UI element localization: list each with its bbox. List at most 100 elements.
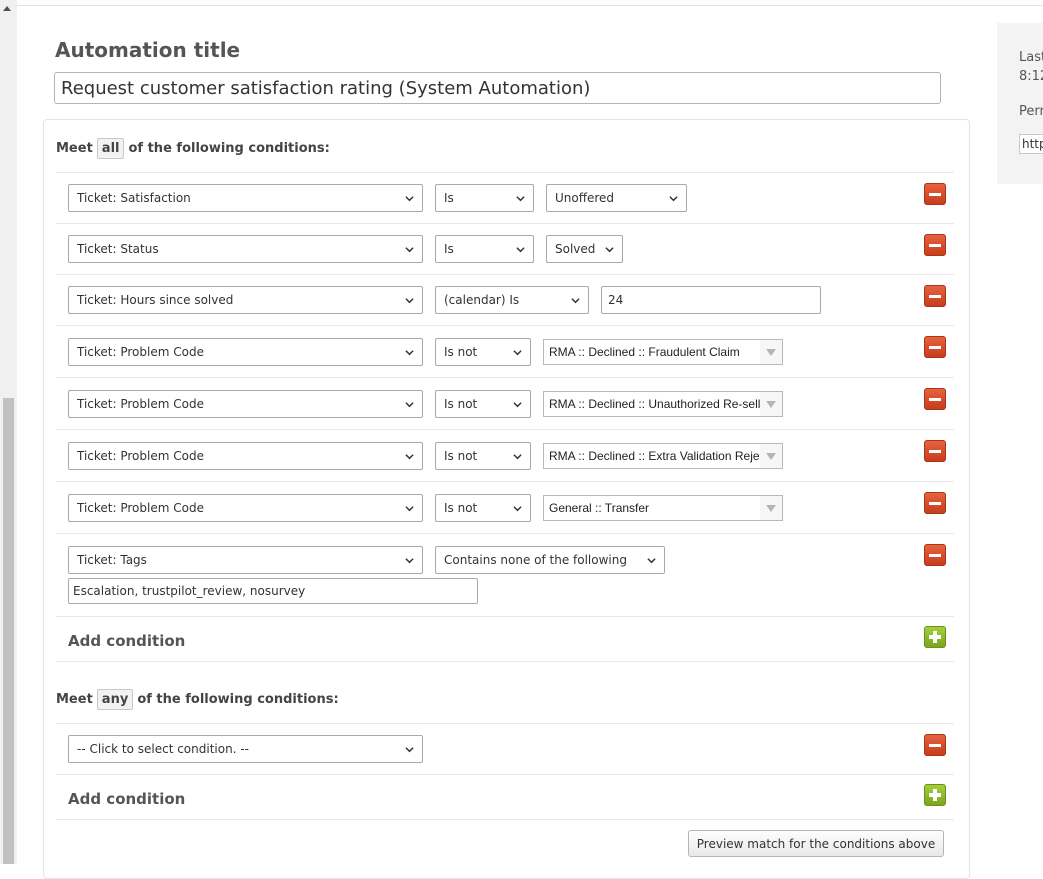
permalink-label: Perr (1019, 104, 1043, 119)
chevron-down-icon (405, 401, 414, 407)
condition-value-combobox[interactable]: RMA :: Declined :: Unauthorized Re-sell (543, 391, 783, 417)
condition-field-select[interactable]: Ticket: Problem Code (68, 442, 423, 470)
minus-icon (929, 243, 941, 247)
condition-operator-select[interactable]: Is (435, 235, 534, 263)
condition-operator-select[interactable]: Is not (435, 390, 531, 418)
chevron-down-icon (669, 195, 678, 201)
add-condition-label[interactable]: Add condition (68, 790, 185, 808)
minus-icon (929, 397, 941, 401)
remove-condition-button[interactable] (924, 492, 946, 514)
chevron-down-icon (571, 297, 580, 303)
row-divider (56, 377, 954, 378)
row-divider (56, 774, 954, 775)
condition-field-select[interactable]: Ticket: Hours since solved (68, 286, 423, 314)
remove-condition-button[interactable] (924, 388, 946, 410)
match-any-keyword[interactable]: any (96, 688, 134, 710)
row-divider (56, 325, 954, 326)
condition-value-combobox[interactable]: General :: Transfer (543, 495, 783, 521)
chevron-down-icon (405, 453, 414, 459)
side-info-panel: Last 8:12 Perr http (997, 23, 1043, 184)
condition-field-select[interactable]: Ticket: Problem Code (68, 338, 423, 366)
chevron-down-icon (516, 195, 525, 201)
row-divider (56, 274, 954, 275)
minus-icon (929, 449, 941, 453)
row-divider (56, 533, 954, 534)
minus-icon (929, 294, 941, 298)
meet-suffix: of the following conditions: (137, 691, 339, 707)
meet-all-header: Meet all of the following conditions: (56, 136, 330, 160)
remove-condition-button[interactable] (924, 285, 946, 307)
remove-condition-button[interactable] (924, 440, 946, 462)
dropdown-triangle-icon[interactable] (760, 392, 782, 416)
condition-field-select[interactable]: Ticket: Problem Code (68, 494, 423, 522)
meet-prefix: Meet (56, 691, 93, 707)
remove-condition-button[interactable] (924, 734, 946, 756)
match-all-keyword[interactable]: all (96, 137, 125, 159)
row-divider (56, 429, 954, 430)
row-divider (56, 616, 954, 617)
meet-suffix: of the following conditions: (128, 140, 330, 156)
condition-operator-select[interactable]: Is (435, 184, 534, 212)
tags-input[interactable]: Escalation, trustpilot_review, nosurvey (68, 578, 478, 604)
chevron-down-icon (405, 505, 414, 511)
condition-value-combobox[interactable]: RMA :: Declined :: Extra Validation Reje (543, 443, 783, 469)
row-divider (56, 819, 954, 820)
condition-field-select[interactable]: Ticket: Satisfaction (68, 184, 423, 212)
condition-value-input[interactable]: 24 (601, 286, 821, 314)
condition-value-select[interactable]: Solved (546, 235, 623, 263)
row-divider (56, 723, 954, 724)
condition-field-select[interactable]: Ticket: Problem Code (68, 390, 423, 418)
chevron-down-icon (513, 505, 522, 511)
row-divider (56, 661, 954, 662)
minus-icon (929, 553, 941, 557)
dropdown-triangle-icon[interactable] (760, 496, 782, 520)
scrollbar-thumb[interactable] (3, 398, 14, 864)
remove-condition-button[interactable] (924, 544, 946, 566)
last-updated-time: 8:12 (1019, 69, 1043, 84)
chevron-down-icon (513, 349, 522, 355)
top-divider (17, 5, 1043, 6)
chevron-down-icon (405, 746, 414, 752)
row-divider (56, 481, 954, 482)
condition-field-select[interactable]: Ticket: Tags (68, 546, 423, 574)
condition-value-combobox[interactable]: RMA :: Declined :: Fraudulent Claim (543, 339, 783, 365)
condition-operator-select[interactable]: Contains none of the following (435, 546, 665, 574)
dropdown-triangle-icon[interactable] (760, 444, 782, 468)
condition-operator-select[interactable]: Is not (435, 442, 531, 470)
meet-prefix: Meet (56, 140, 93, 156)
add-condition-label[interactable]: Add condition (68, 632, 185, 650)
condition-field-select[interactable]: -- Click to select condition. -- (68, 735, 423, 763)
chevron-down-icon (405, 195, 414, 201)
add-condition-button[interactable] (924, 784, 946, 806)
automation-title-label: Automation title (55, 38, 241, 62)
condition-field-select[interactable]: Ticket: Status (68, 235, 423, 263)
preview-match-button[interactable]: Preview match for the conditions above (688, 830, 944, 857)
chevron-down-icon (516, 246, 525, 252)
row-divider (56, 223, 954, 224)
last-updated-label: Last (1019, 50, 1043, 65)
minus-icon (929, 501, 941, 505)
condition-operator-select[interactable]: Is not (435, 338, 531, 366)
chevron-down-icon (647, 557, 656, 563)
chevron-down-icon (405, 297, 414, 303)
condition-value-select[interactable]: Unoffered (546, 184, 687, 212)
chevron-down-icon (405, 246, 414, 252)
minus-icon (929, 345, 941, 349)
row-divider (56, 172, 954, 173)
remove-condition-button[interactable] (924, 234, 946, 256)
chevron-down-icon (405, 557, 414, 563)
chevron-down-icon (513, 453, 522, 459)
automation-title-input[interactable] (54, 72, 941, 104)
chevron-down-icon (405, 349, 414, 355)
add-condition-button[interactable] (924, 626, 946, 648)
scroll-up-arrow-icon[interactable] (3, 6, 11, 11)
remove-condition-button[interactable] (924, 336, 946, 358)
condition-operator-select[interactable]: (calendar) Is (435, 286, 589, 314)
meet-any-header: Meet any of the following conditions: (56, 687, 339, 711)
minus-icon (929, 192, 941, 196)
condition-operator-select[interactable]: Is not (435, 494, 531, 522)
chevron-down-icon (605, 246, 614, 252)
remove-condition-button[interactable] (924, 183, 946, 205)
permalink-input[interactable]: http (1019, 134, 1043, 154)
dropdown-triangle-icon[interactable] (760, 340, 782, 364)
